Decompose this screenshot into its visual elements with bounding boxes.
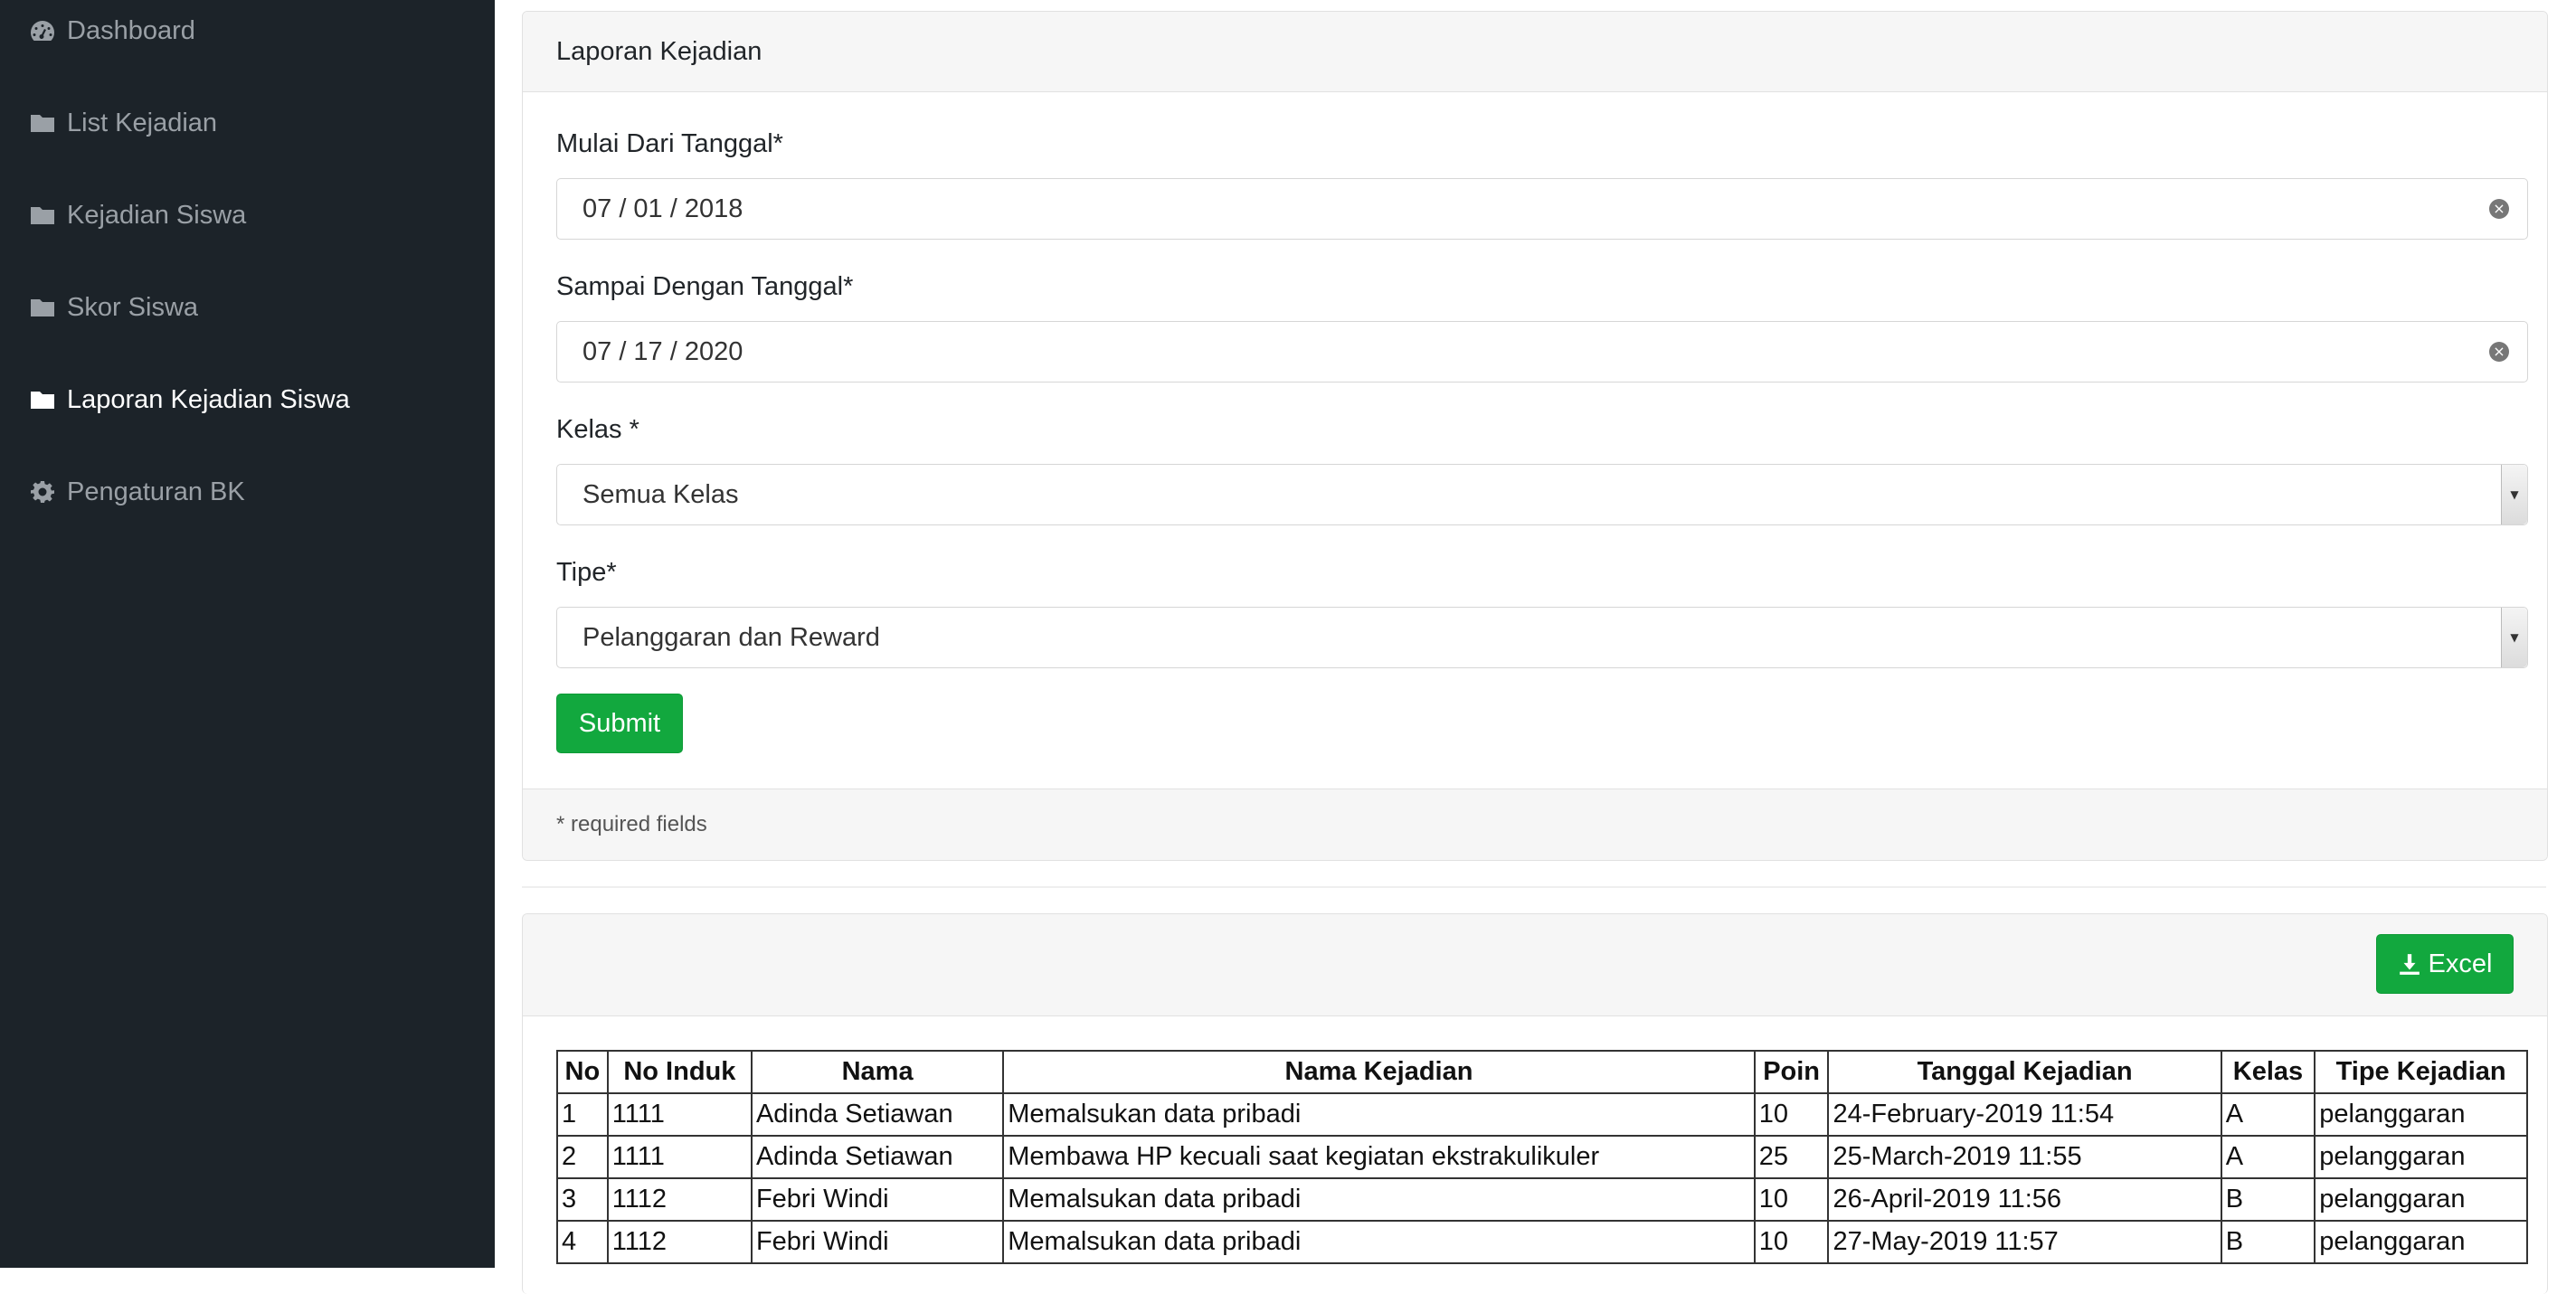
report-card-header: Excel	[523, 914, 2547, 1016]
sidebar-item-label: List Kejadian	[67, 108, 218, 137]
table-cell: Memalsukan data pribadi	[1002, 1092, 1756, 1137]
sidebar-item-laporan-kejadian-siswa[interactable]: Laporan Kejadian Siswa	[29, 380, 350, 420]
folder-icon	[31, 207, 54, 224]
table-cell: 1111	[606, 1092, 753, 1137]
end-date-value: 07 / 17 / 2020	[582, 336, 743, 366]
kelas-value: Semua Kelas	[582, 479, 739, 509]
table-cell: 26-April-2019 11:56	[1827, 1177, 2222, 1222]
table-cell: pelanggaran	[2314, 1177, 2528, 1222]
column-header: Kelas	[2220, 1050, 2316, 1094]
table-cell: 25-March-2019 11:55	[1827, 1135, 2222, 1179]
sidebar-item-pengaturan-bk[interactable]: Pengaturan BK	[29, 472, 245, 512]
chevron-down-icon[interactable]: ▼	[2501, 608, 2527, 667]
column-header: No	[556, 1050, 609, 1094]
table-cell: 10	[1753, 1092, 1830, 1137]
card-title: Laporan Kejadian	[523, 12, 2547, 92]
download-icon	[2399, 954, 2420, 975]
sidebar-item-label: Kejadian Siswa	[67, 200, 247, 230]
start-date-label: Mulai Dari Tanggal*	[556, 129, 783, 158]
table-cell: 1112	[606, 1220, 753, 1264]
sidebar-item-label: Dashboard	[67, 15, 195, 45]
folder-icon	[31, 392, 54, 409]
table-row: 4 1112 Febri Windi Memalsukan data priba…	[556, 1220, 2528, 1264]
table-cell: 4	[556, 1220, 609, 1264]
table-cell: Adinda Setiawan	[750, 1092, 1005, 1137]
table-cell: Membawa HP kecuali saat kegiatan ekstrak…	[1002, 1135, 1756, 1179]
column-header: Nama Kejadian	[1002, 1050, 1756, 1094]
folder-icon	[31, 299, 54, 316]
folder-icon	[31, 115, 54, 132]
divider	[522, 886, 2546, 888]
table-cell: Febri Windi	[750, 1177, 1005, 1222]
column-header: Poin	[1753, 1050, 1830, 1094]
sidebar-item-dashboard[interactable]: Dashboard	[29, 11, 195, 51]
report-form-card: Laporan Kejadian Mulai Dari Tanggal* 07 …	[522, 11, 2548, 861]
table-cell: 10	[1753, 1177, 1830, 1222]
start-date-input[interactable]: 07 / 01 / 2018 ×	[556, 178, 2528, 240]
chevron-down-icon[interactable]: ▼	[2501, 465, 2527, 524]
table-cell: pelanggaran	[2314, 1092, 2528, 1137]
table-cell: A	[2220, 1135, 2316, 1179]
sidebar-item-list-kejadian[interactable]: List Kejadian	[29, 103, 217, 143]
column-header: Tipe Kejadian	[2314, 1050, 2528, 1094]
dashboard-icon	[31, 21, 55, 41]
report-table: No No Induk Nama Nama Kejadian Poin Tang…	[556, 1050, 2528, 1264]
sidebar-item-kejadian-siswa[interactable]: Kejadian Siswa	[29, 195, 246, 235]
table-cell: Memalsukan data pribadi	[1002, 1220, 1756, 1264]
start-date-value: 07 / 01 / 2018	[582, 194, 743, 223]
submit-button[interactable]: Submit	[556, 694, 683, 753]
table-cell: B	[2220, 1220, 2316, 1264]
table-cell: 1111	[606, 1135, 753, 1179]
table-cell: 27-May-2019 11:57	[1827, 1220, 2222, 1264]
kelas-label: Kelas *	[556, 415, 639, 444]
clear-icon[interactable]: ×	[2489, 342, 2509, 362]
table-cell: 1	[556, 1092, 609, 1137]
excel-button[interactable]: Excel	[2376, 934, 2514, 994]
table-cell: Memalsukan data pribadi	[1002, 1177, 1756, 1222]
table-cell: 3	[556, 1177, 609, 1222]
table-cell: 1112	[606, 1177, 753, 1222]
table-cell: B	[2220, 1177, 2316, 1222]
end-date-label: Sampai Dengan Tanggal*	[556, 272, 854, 301]
main-content: Laporan Kejadian Mulai Dari Tanggal* 07 …	[495, 0, 2576, 1294]
table-cell: Febri Windi	[750, 1220, 1005, 1264]
table-cell: pelanggaran	[2314, 1135, 2528, 1179]
sidebar-item-label: Laporan Kejadian Siswa	[67, 384, 350, 414]
excel-button-label: Excel	[2428, 949, 2493, 978]
table-cell: 24-February-2019 11:54	[1827, 1092, 2222, 1137]
tipe-select[interactable]: Pelanggaran dan Reward ▼	[556, 607, 2528, 668]
report-table-card: Excel No No Induk Nama Nama Kejadian Poi…	[522, 913, 2548, 1294]
clear-icon[interactable]: ×	[2489, 199, 2509, 219]
sidebar-item-skor-siswa[interactable]: Skor Siswa	[29, 288, 198, 327]
table-cell: Adinda Setiawan	[750, 1135, 1005, 1179]
sidebar-item-label: Pengaturan BK	[67, 477, 245, 506]
table-cell: 10	[1753, 1220, 1830, 1264]
column-header: Tanggal Kejadian	[1827, 1050, 2222, 1094]
table-row: 3 1112 Febri Windi Memalsukan data priba…	[556, 1177, 2528, 1222]
table-header-row: No No Induk Nama Nama Kejadian Poin Tang…	[556, 1050, 2528, 1094]
gear-icon	[31, 481, 54, 503]
table-cell: pelanggaran	[2314, 1220, 2528, 1264]
table-row: 1 1111 Adinda Setiawan Memalsukan data p…	[556, 1092, 2528, 1137]
kelas-select[interactable]: Semua Kelas ▼	[556, 464, 2528, 525]
tipe-value: Pelanggaran dan Reward	[582, 622, 880, 652]
end-date-input[interactable]: 07 / 17 / 2020 ×	[556, 321, 2528, 383]
column-header: Nama	[750, 1050, 1005, 1094]
tipe-label: Tipe*	[556, 558, 617, 587]
table-row: 2 1111 Adinda Setiawan Membawa HP kecual…	[556, 1135, 2528, 1179]
column-header: No Induk	[606, 1050, 753, 1094]
table-cell: 25	[1753, 1135, 1830, 1179]
sidebar: Dashboard List Kejadian Kejadian Siswa S…	[0, 0, 495, 1268]
sidebar-item-label: Skor Siswa	[67, 292, 199, 322]
required-fields-note: * required fields	[523, 789, 2547, 860]
table-cell: 2	[556, 1135, 609, 1179]
table-cell: A	[2220, 1092, 2316, 1137]
